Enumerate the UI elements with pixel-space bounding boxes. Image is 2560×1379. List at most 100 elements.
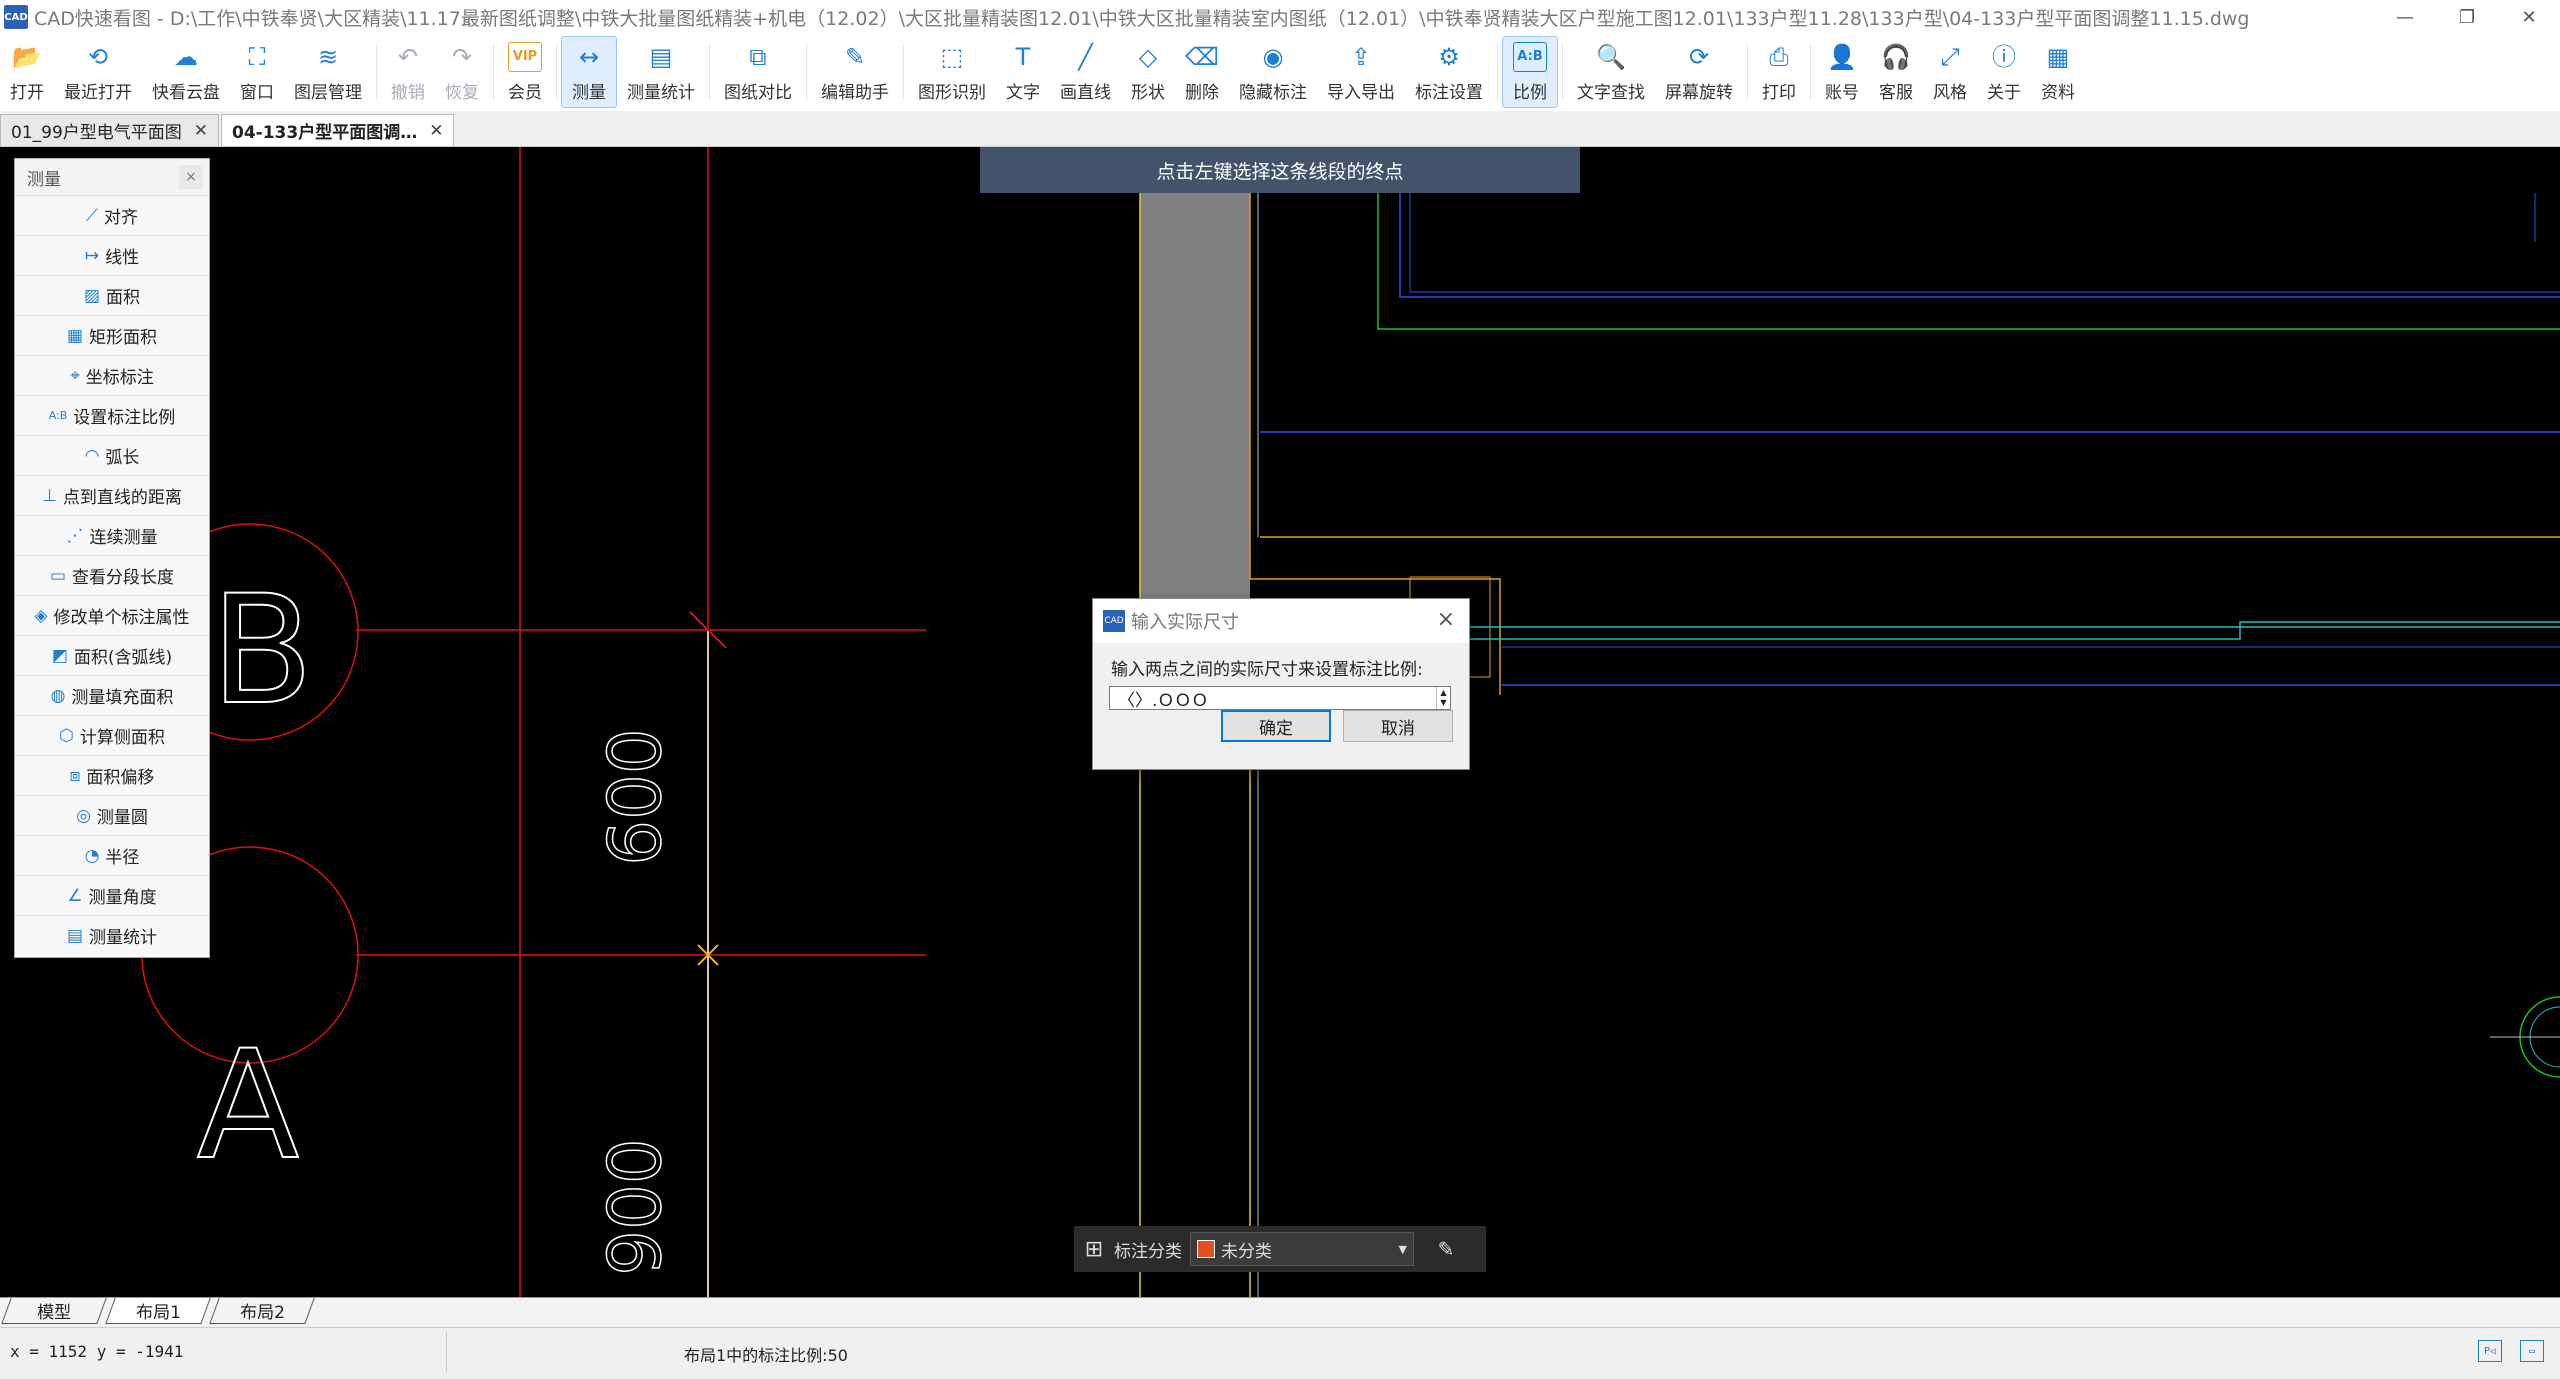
measure-tool-item[interactable]: ⬡ 计算侧面积	[15, 715, 209, 755]
toolbar-shape-recognition-button[interactable]: ⬚ 图形识别	[908, 36, 996, 108]
restore-icon[interactable]: ❐	[2436, 0, 2498, 34]
vip-icon: VIP	[508, 41, 542, 72]
toolbar-annotation-settings-button[interactable]: ⚙ 标注设置	[1405, 36, 1493, 108]
toolbar-label: 文字	[1006, 82, 1040, 103]
toolbar-folder-open-button[interactable]: 📂 打开	[0, 36, 54, 108]
toolbar-hide-annotation-button[interactable]: ◉ 隐藏标注	[1229, 36, 1317, 108]
measure-tool-label: 测量角度	[88, 888, 157, 908]
pdf-export-icon[interactable]: P◁	[2478, 1340, 2502, 1362]
measure-tool-label: 设置标注比例	[73, 408, 176, 428]
toolbar-edit-assistant-button[interactable]: ✎ 编辑助手	[811, 36, 899, 108]
measure-tool-item[interactable]: ⧈ 面积偏移	[15, 755, 209, 795]
minimize-icon[interactable]: —	[2374, 0, 2436, 34]
toolbar-window-button[interactable]: ⛶ 窗口	[230, 36, 284, 108]
grid-label-b: B	[211, 564, 314, 738]
measure-tool-item[interactable]: ⊥ 点到直线的距离	[15, 475, 209, 515]
toolbar-text-button[interactable]: T 文字	[996, 36, 1050, 108]
edit-category-icon[interactable]: ✎	[1426, 1237, 1466, 1261]
redo-icon: ↷	[451, 42, 473, 71]
toolbar-measure-stats-button[interactable]: ▤ 测量统计	[617, 36, 705, 108]
measure-tool-item[interactable]: ◔ 半径	[15, 835, 209, 875]
toolbar-scale-button[interactable]: A:B 比例	[1502, 36, 1558, 108]
toolbar-headset-button[interactable]: 🎧 客服	[1869, 36, 1923, 108]
toolbar-account-button[interactable]: 👤 账号	[1815, 36, 1869, 108]
dialog-message: 输入两点之间的实际尺寸来设置标注比例:	[1111, 660, 1423, 680]
toolbar-info-button[interactable]: ⓘ 关于	[1977, 36, 2031, 108]
layout-tab-label: 布局2	[239, 1303, 285, 1323]
document-tabs: 01_99户型电气平面图 ✕ 04-133户型平面图调… ✕	[0, 111, 2560, 147]
toolbar-label: 图形识别	[918, 82, 986, 103]
toolbar-line-button[interactable]: ╱ 画直线	[1050, 36, 1121, 108]
measure-tool-item[interactable]: ▦ 矩形面积	[15, 315, 209, 355]
toolbar-import-export-button[interactable]: ⇪ 导入导出	[1317, 36, 1405, 108]
measure-tool-item[interactable]: ⌖ 坐标标注	[15, 355, 209, 395]
blue-outline-2	[1409, 193, 2560, 293]
annotation-category-select[interactable]: 未分类 ▼	[1190, 1232, 1414, 1266]
toolbar-label: 画直线	[1060, 82, 1111, 103]
chevron-down-icon: ▼	[1398, 1242, 1407, 1256]
measure-tool-icon: ⊥	[42, 485, 57, 506]
measure-tool-item[interactable]: ▤ 测量统计	[15, 915, 209, 955]
spinner-icon[interactable]: ▲ ▼	[1436, 687, 1450, 709]
toolbar-style-button[interactable]: ⤢ 风格	[1923, 36, 1977, 108]
dialog-title: 输入实际尺寸	[1131, 612, 1239, 633]
measure-tool-label: 对齐	[103, 208, 138, 228]
measure-tool-item[interactable]: ⋰ 连续测量	[15, 515, 209, 555]
toolbar-separator	[903, 44, 904, 100]
eraser-icon: ⌫	[1185, 42, 1219, 71]
folder-open-icon: 📂	[12, 42, 42, 71]
toolbar-label: 导入导出	[1327, 82, 1395, 103]
measure-tool-item[interactable]: A:B 设置标注比例	[15, 395, 209, 435]
toolbar-rotate-screen-button[interactable]: ⟳ 屏幕旋转	[1655, 36, 1743, 108]
layout-tab[interactable]: 模型	[1, 1298, 107, 1324]
document-tab[interactable]: 01_99户型电气平面图 ✕	[0, 114, 220, 146]
measure-tool-icon: ⬡	[59, 725, 74, 746]
measure-tool-item[interactable]: ∠ 测量角度	[15, 875, 209, 915]
cloud-icon: ☁	[174, 42, 198, 71]
measure-tool-icon: ⌖	[70, 365, 80, 386]
measure-tool-label: 矩形面积	[89, 328, 158, 348]
ok-button[interactable]: 确定	[1221, 710, 1331, 742]
toolbar-label: 关于	[1987, 82, 2021, 103]
fullscreen-icon[interactable]: ▭	[2520, 1340, 2544, 1362]
measure-tool-item[interactable]: ◎ 测量圆	[15, 795, 209, 835]
measure-tool-item[interactable]: ◠ 弧长	[15, 435, 209, 475]
layout-tab[interactable]: 布局1	[105, 1298, 211, 1324]
measure-tool-item[interactable]: ▨ 面积	[15, 275, 209, 315]
text-icon: T	[1015, 42, 1031, 71]
measure-tool-item[interactable]: ↦ 线性	[15, 235, 209, 275]
grid-apps-icon[interactable]: ⊞	[1074, 1237, 1114, 1262]
document-tab[interactable]: 04-133户型平面图调… ✕	[221, 114, 455, 146]
toolbar-text-search-button[interactable]: 🔍 文字查找	[1567, 36, 1655, 108]
toolbar-shape-button[interactable]: ◇ 形状	[1121, 36, 1175, 108]
measure-tool-item[interactable]: ◍ 测量填充面积	[15, 675, 209, 715]
panel-close-icon[interactable]: ×	[179, 165, 203, 189]
toolbar-recent-button[interactable]: ⟲ 最近打开	[54, 36, 142, 108]
measure-tool-item[interactable]: ▭ 查看分段长度	[15, 555, 209, 595]
measure-tool-label: 修改单个标注属性	[53, 608, 190, 628]
toolbar-cloud-button[interactable]: ☁ 快看云盘	[142, 36, 230, 108]
tab-close-icon[interactable]: ✕	[194, 121, 208, 141]
toolbar-measure-button[interactable]: ↔ 测量	[561, 36, 617, 108]
toolbar-print-button[interactable]: ⎙ 打印	[1752, 36, 1806, 108]
size-input[interactable]: 〈〉.ＯＯＯ ▲ ▼	[1109, 686, 1451, 711]
toolbar-separator	[376, 44, 377, 100]
toolbar-eraser-button[interactable]: ⌫ 删除	[1175, 36, 1229, 108]
toolbar-layers-button[interactable]: ≋ 图层管理	[284, 36, 372, 108]
category-selected-value: 未分类	[1221, 1241, 1272, 1262]
tab-close-icon[interactable]: ✕	[429, 121, 443, 141]
measure-tool-item[interactable]: ◈ 修改单个标注属性	[15, 595, 209, 635]
dialog-close-icon[interactable]: ×	[1437, 607, 1455, 632]
layout-tab[interactable]: 布局2	[209, 1298, 315, 1324]
edit-assistant-icon: ✎	[844, 42, 866, 71]
toolbar-vip-button[interactable]: VIP 会员	[498, 36, 552, 108]
measure-tool-item[interactable]: ⟋ 对齐	[15, 195, 209, 235]
toolbar-compare-button[interactable]: ⧉ 图纸对比	[714, 36, 802, 108]
close-window-icon[interactable]: ✕	[2498, 0, 2560, 34]
toolbar-separator	[556, 44, 557, 100]
dimension-text-600: 600	[593, 728, 677, 865]
measure-tool-item[interactable]: ◩ 面积(含弧线)	[15, 635, 209, 675]
annotation-scale-text: 布局1中的标注比例:50	[684, 1346, 848, 1365]
toolbar-resources-button[interactable]: ▦ 资料	[2031, 36, 2085, 108]
cancel-button[interactable]: 取消	[1343, 710, 1453, 742]
